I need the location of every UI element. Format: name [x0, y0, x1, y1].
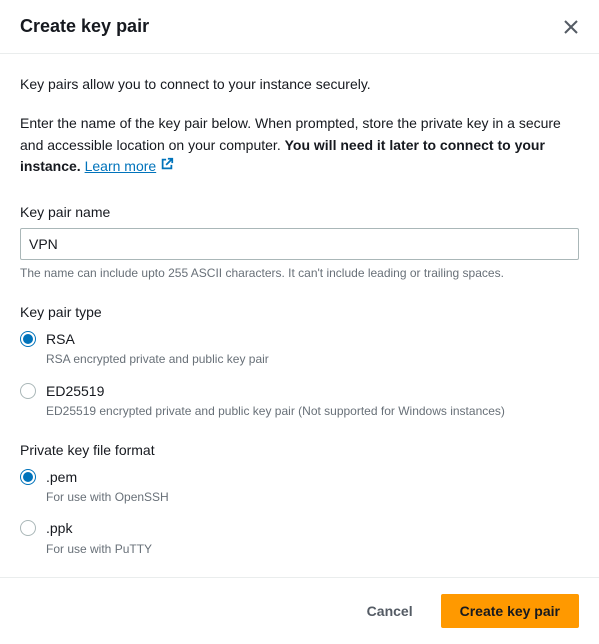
radio-icon	[20, 383, 36, 399]
dialog-title: Create key pair	[20, 16, 149, 37]
key-pair-name-input[interactable]	[20, 228, 579, 260]
key-pair-name-label: Key pair name	[20, 204, 579, 220]
radio-label: .ppk	[46, 519, 152, 537]
key-pair-type-group: RSA RSA encrypted private and public key…	[20, 330, 579, 420]
radio-icon	[20, 331, 36, 347]
radio-icon	[20, 469, 36, 485]
key-pair-name-helper: The name can include upto 255 ASCII char…	[20, 266, 579, 280]
external-link-icon	[160, 156, 174, 178]
radio-label: .pem	[46, 468, 169, 486]
cancel-button[interactable]: Cancel	[349, 594, 431, 628]
radio-desc: ED25519 encrypted private and public key…	[46, 404, 505, 420]
learn-more-label: Learn more	[85, 156, 157, 178]
create-key-pair-button[interactable]: Create key pair	[441, 594, 579, 628]
dialog-content: Key pairs allow you to connect to your i…	[0, 54, 599, 577]
radio-rsa[interactable]: RSA RSA encrypted private and public key…	[20, 330, 579, 368]
radio-desc: For use with OpenSSH	[46, 490, 169, 506]
create-key-pair-dialog: Create key pair Key pairs allow you to c…	[0, 0, 599, 644]
radio-desc: For use with PuTTY	[46, 542, 152, 558]
close-icon[interactable]	[563, 19, 579, 35]
radio-ed25519[interactable]: ED25519 ED25519 encrypted private and pu…	[20, 382, 579, 420]
dialog-footer: Cancel Create key pair	[0, 577, 599, 644]
learn-more-link[interactable]: Learn more	[85, 156, 175, 178]
radio-label: RSA	[46, 330, 269, 348]
file-format-group: .pem For use with OpenSSH .ppk For use w…	[20, 468, 579, 558]
radio-label: ED25519	[46, 382, 505, 400]
radio-icon	[20, 520, 36, 536]
dialog-header: Create key pair	[0, 0, 599, 54]
description-text: Enter the name of the key pair below. Wh…	[20, 113, 579, 178]
intro-text: Key pairs allow you to connect to your i…	[20, 74, 579, 95]
radio-pem[interactable]: .pem For use with OpenSSH	[20, 468, 579, 506]
key-pair-type-label: Key pair type	[20, 304, 579, 320]
radio-ppk[interactable]: .ppk For use with PuTTY	[20, 519, 579, 557]
radio-desc: RSA encrypted private and public key pai…	[46, 352, 269, 368]
file-format-label: Private key file format	[20, 442, 579, 458]
